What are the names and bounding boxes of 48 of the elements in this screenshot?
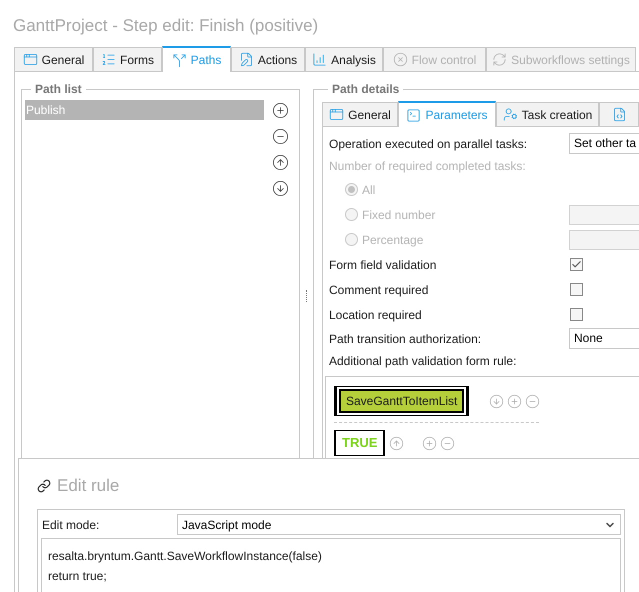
list-icon (101, 52, 116, 67)
code-line: resalta.bryntum.Gantt.SaveWorkflowInstance(false) (48, 548, 323, 565)
move-up-icon[interactable] (272, 154, 289, 171)
mode-dropdown[interactable]: JavaScript mode (177, 514, 621, 535)
code-line: return true; (48, 568, 108, 585)
field-label: Comment required (329, 282, 428, 298)
tab[interactable]: Task creation (496, 102, 599, 126)
section-label: Additional path validation form rule: (329, 353, 516, 370)
cycle-arrows-icon (492, 52, 508, 67)
checkbox[interactable] (570, 258, 583, 271)
radio-label: Percentage (362, 232, 424, 248)
checkbox[interactable] (570, 283, 583, 296)
user-gear-icon (502, 107, 518, 122)
remove-icon[interactable] (272, 128, 289, 145)
field-label: Location required (329, 306, 422, 324)
dropdown-field[interactable]: None (569, 328, 639, 349)
move-down-icon[interactable] (272, 180, 289, 197)
terminal-icon (406, 108, 422, 122)
panel-title: Edit rule (57, 475, 120, 498)
add-icon[interactable] (272, 102, 289, 119)
document-pen-icon (238, 52, 254, 67)
tab[interactable] (599, 102, 639, 126)
window-icon (329, 107, 344, 122)
field-label: Path transition authorization: (329, 330, 482, 348)
link-icon (37, 479, 51, 493)
branch-arrow-icon (172, 52, 187, 68)
document-code-icon (612, 107, 626, 122)
field-label: Edit mode: (41, 516, 100, 534)
tab[interactable]: General (14, 47, 93, 71)
field-label: Operation executed on parallel tasks: (329, 136, 528, 152)
x-circle-icon (392, 52, 408, 67)
radio-label: Fixed number (362, 206, 436, 224)
window-title: GanttProject - Step edit: Finish (positive) (13, 16, 318, 35)
tab[interactable]: Actions (231, 47, 305, 71)
rule-function-block[interactable]: SaveGanttToItemList (334, 386, 470, 416)
code-editor[interactable]: resalta.bryntum.Gantt.SaveWorkflowInstance(false) return true; (41, 538, 621, 592)
tab[interactable]: General (322, 102, 398, 126)
bar-chart-icon (312, 52, 328, 67)
window-icon (22, 52, 38, 67)
radio-label: All (362, 182, 376, 198)
tab[interactable]: Analysis (305, 47, 383, 71)
dropdown-field[interactable]: Set other ta (569, 133, 639, 154)
group-title: Path list (34, 81, 83, 98)
group-title: Path details (331, 81, 400, 98)
tab[interactable]: Forms (93, 47, 162, 71)
field-label: Form field validation (329, 256, 436, 274)
section-label: Number of required completed tasks: (329, 158, 526, 175)
checkbox[interactable] (570, 308, 583, 321)
